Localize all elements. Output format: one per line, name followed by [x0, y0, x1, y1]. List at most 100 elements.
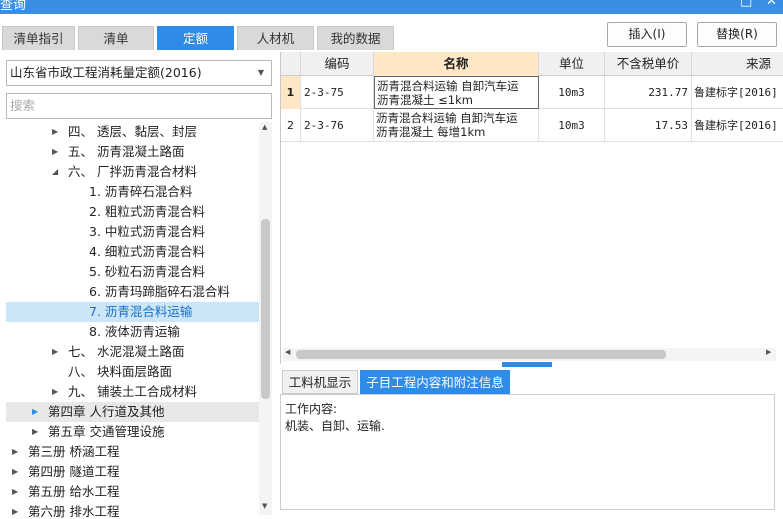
cell-code[interactable]: 2-3-76: [301, 109, 374, 142]
caret-right-icon[interactable]: ▶: [52, 342, 58, 362]
scroll-right-icon[interactable]: ▶: [766, 348, 771, 356]
tree-item-label: 8. 液体沥青运输: [89, 324, 180, 339]
tree-item[interactable]: ▶ 第五册 给水工程: [6, 482, 259, 502]
replace-button[interactable]: 替换(R): [697, 22, 777, 47]
cell-unit[interactable]: 10m3: [539, 76, 605, 109]
tree-item[interactable]: ▶ 九、 铺装土工合成材料: [6, 382, 259, 402]
caret-right-icon[interactable]: ▶: [32, 402, 38, 422]
tree-item-label: 4. 细粒式沥青混合料: [89, 244, 205, 259]
column-header-price[interactable]: 不含税单价: [605, 52, 692, 76]
cell-source[interactable]: 鲁建标字[2016]: [692, 76, 783, 109]
tree-item[interactable]: ▶ 第三册 桥涵工程: [6, 442, 259, 462]
cell-code[interactable]: 2-3-75: [301, 76, 374, 109]
row-number: 2: [281, 109, 301, 142]
caret-right-icon[interactable]: ▶: [32, 422, 38, 442]
tree-item[interactable]: 1. 沥青碎石混合料: [6, 182, 259, 202]
caret-right-icon[interactable]: ▶: [12, 502, 18, 519]
caret-right-icon[interactable]: ▶: [12, 462, 18, 482]
work-content-text: 机装、自卸、运输.: [285, 419, 385, 433]
table-row[interactable]: 1 2-3-75 沥青混合料运输 自卸汽车运 沥青混凝土 ≤1km 10m3 2…: [281, 76, 783, 109]
left-panel: 山东省市政工程消耗量定额(2016) ▼ 搜索 ▶ 四、 透层、黏层、封层 ▶ …: [0, 52, 278, 519]
scroll-down-icon[interactable]: ▼: [262, 502, 267, 510]
quota-library-select[interactable]: 山东省市政工程消耗量定额(2016) ▼: [6, 60, 272, 86]
caret-right-icon[interactable]: ▶: [52, 382, 58, 402]
tree-item-label: 四、 透层、黏层、封层: [68, 124, 197, 139]
tree-item[interactable]: ▶ 第五章 交通管理设施: [6, 422, 259, 442]
quota-library-value: 山东省市政工程消耗量定额(2016): [10, 65, 202, 80]
tree-item[interactable]: ▶ 五、 沥青混凝土路面: [6, 142, 259, 162]
tree-item[interactable]: 2. 粗粒式沥青混合料: [6, 202, 259, 222]
tab-work-content-notes[interactable]: 子目工程内容和附注信息: [360, 370, 510, 394]
tree-item-label: 第五章 交通管理设施: [48, 424, 165, 439]
row-number: 1: [281, 76, 301, 109]
tree-item[interactable]: 5. 砂粒石沥青混合料: [6, 262, 259, 282]
work-content-heading: 工作内容:: [285, 402, 338, 416]
tree-item[interactable]: ◢ 六、 厂拌沥青混合材料: [6, 162, 259, 182]
column-header-unit[interactable]: 单位: [539, 52, 605, 76]
tab-list[interactable]: 清单: [78, 26, 154, 50]
cell-price[interactable]: 17.53: [605, 109, 692, 142]
close-icon[interactable]: ✕: [766, 0, 777, 9]
maximize-icon[interactable]: □: [740, 0, 752, 9]
tree-item[interactable]: ▶ 第四册 隧道工程: [6, 462, 259, 482]
panel-splitter-handle[interactable]: [502, 362, 552, 367]
tree-item[interactable]: ▶ 第六册 排水工程: [6, 502, 259, 519]
cell-name[interactable]: 沥青混合料运输 自卸汽车运 沥青混凝土 ≤1km: [374, 76, 539, 109]
caret-right-icon[interactable]: ▶: [12, 442, 18, 462]
tree-item[interactable]: 8. 液体沥青运输: [6, 322, 259, 342]
tree-item[interactable]: ▶ 四、 透层、黏层、封层: [6, 122, 259, 142]
quota-tree: ▶ 四、 透层、黏层、封层 ▶ 五、 沥青混凝土路面 ◢ 六、 厂拌沥青混合材料…: [6, 122, 259, 519]
tree-item-label: 1. 沥青碎石混合料: [89, 184, 193, 199]
tree-item[interactable]: 6. 沥青玛蹄脂碎石混合料: [6, 282, 259, 302]
tree-vertical-scrollbar[interactable]: ▲ ▼: [259, 122, 272, 515]
column-header-source[interactable]: 来源: [692, 52, 783, 76]
table-row[interactable]: 2 2-3-76 沥青混合料运输 自卸汽车运 沥青混凝土 每增1km 10m3 …: [281, 109, 783, 142]
cell-name[interactable]: 沥青混合料运输 自卸汽车运 沥青混凝土 每增1km: [374, 109, 539, 142]
column-header-code[interactable]: 编码: [301, 52, 374, 76]
insert-button[interactable]: 插入(I): [607, 22, 687, 47]
column-header-name[interactable]: 名称: [374, 52, 539, 76]
tree-item-label: 八、 块料面层路面: [68, 364, 172, 379]
work-content-panel: 工作内容: 机装、自卸、运输.: [280, 394, 775, 510]
tree-item[interactable]: 3. 中粒式沥青混合料: [6, 222, 259, 242]
tree-item-label: 第四册 隧道工程: [28, 464, 120, 479]
tree-item-label: 3. 中粒式沥青混合料: [89, 224, 205, 239]
scroll-up-icon[interactable]: ▲: [262, 123, 267, 131]
scroll-left-icon[interactable]: ◀: [285, 348, 290, 356]
caret-expanded-icon[interactable]: ◢: [52, 162, 58, 182]
tree-item-label: 九、 铺装土工合成材料: [68, 384, 197, 399]
tab-labor-material-machine[interactable]: 人材机: [237, 26, 314, 50]
tab-quota[interactable]: 定额: [157, 26, 234, 50]
header-corner: [281, 52, 301, 76]
caret-right-icon[interactable]: ▶: [12, 482, 18, 502]
tree-item-label: 第六册 排水工程: [28, 504, 120, 519]
tree-item-label: 7. 沥青混合料运输: [89, 304, 193, 319]
tree-item-label: 第五册 给水工程: [28, 484, 120, 499]
tab-list-guide[interactable]: 清单指引: [2, 26, 75, 50]
cell-name-line1: 沥青混合料运输 自卸汽车运: [376, 111, 518, 125]
tree-item-label: 5. 砂粒石沥青混合料: [89, 264, 205, 279]
tab-labor-material-display[interactable]: 工料机显示: [282, 370, 358, 394]
cell-price[interactable]: 231.77: [605, 76, 692, 109]
tree-item[interactable]: 4. 细粒式沥青混合料: [6, 242, 259, 262]
tree-item-label: 六、 厂拌沥青混合材料: [68, 164, 197, 179]
grid-horizontal-scrollbar[interactable]: ◀ ▶: [283, 348, 776, 361]
tab-my-data[interactable]: 我的数据: [317, 26, 394, 50]
tree-item-selected[interactable]: 7. 沥青混合料运输: [6, 302, 259, 322]
tree-item-chapter[interactable]: ▶ 第四章 人行道及其他: [6, 402, 259, 422]
caret-right-icon[interactable]: ▶: [52, 142, 58, 162]
cell-name-line2: 沥青混凝土 每增1km: [376, 125, 486, 139]
cell-unit[interactable]: 10m3: [539, 109, 605, 142]
scrollbar-thumb[interactable]: [261, 219, 270, 399]
search-input[interactable]: 搜索: [6, 93, 272, 119]
tree-item[interactable]: 八、 块料面层路面: [6, 362, 259, 382]
tree-item-label: 第四章 人行道及其他: [48, 404, 165, 419]
scrollbar-thumb[interactable]: [296, 350, 666, 359]
tree-item[interactable]: ▶ 七、 水泥混凝土路面: [6, 342, 259, 362]
chevron-down-icon[interactable]: ▼: [258, 61, 264, 85]
caret-right-icon[interactable]: ▶: [52, 122, 58, 142]
grid-header: 编码 名称 单位 不含税单价 来源: [281, 52, 783, 76]
cell-source[interactable]: 鲁建标字[2016]: [692, 109, 783, 142]
tree-item-label: 2. 粗粒式沥青混合料: [89, 204, 205, 219]
cell-name-line2: 沥青混凝土 ≤1km: [377, 93, 473, 107]
